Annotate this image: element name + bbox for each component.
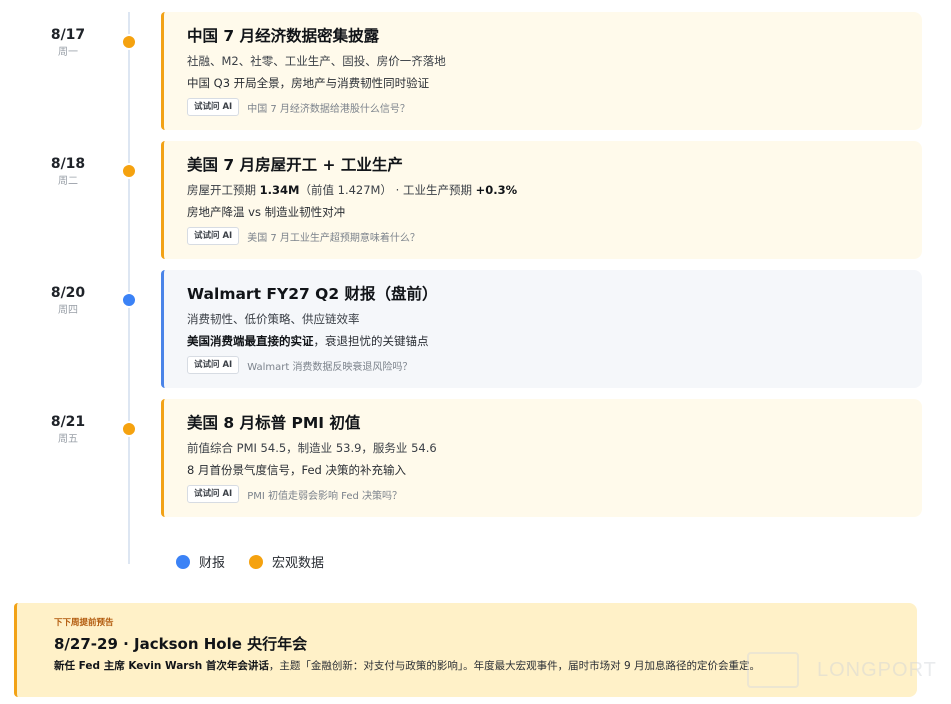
event-weekday: 周二 [58, 176, 78, 187]
event-detail: 消费韧性、低价策略、供应链效率 [187, 312, 922, 327]
ask-ai-button[interactable]: 试试问 AI [187, 227, 240, 245]
event-card[interactable]: 美国 8 月标普 PMI 初值 前值综合 PMI 54.5，制造业 53.9，服… [161, 399, 922, 517]
event-detail-text: （前值 1.427M） · 工业生产预期 [299, 183, 476, 197]
preview-description-emphasis: 新任 Fed 主席 Kevin Warsh 首次年会讲话 [54, 660, 269, 672]
ask-ai-row: 试试问 AI PMI 初值走弱会影响 Fed 决策吗？ [187, 485, 922, 503]
longport-watermark: LONGPORT [747, 652, 937, 688]
event-significance-text: 8 月首份景气度信号，Fed 决策的补充输入 [187, 463, 406, 477]
earnings-legend-icon [176, 554, 190, 569]
event-title: 美国 7 月房屋开工 + 工业生产 [187, 156, 403, 174]
event-date: 8/20 [50, 285, 86, 301]
event-card[interactable]: 中国 7 月经济数据密集披露 社融、M2、社零、工业生产、固投、房价一齐落地 中… [161, 12, 922, 130]
ask-ai-prompt-link[interactable]: 中国 7 月经济数据给港股什么信号？ [247, 100, 410, 115]
watermark-text: LONGPORT [817, 658, 937, 681]
event-weekday: 周一 [58, 47, 78, 58]
event-weekday: 周五 [58, 434, 78, 445]
preview-title: 8/27-29 · Jackson Hole 央行年会 [54, 635, 308, 653]
timeline-line [128, 12, 130, 564]
event-significance: 美国消费端最直接的实证，衰退担忧的关键锚点 [187, 334, 922, 349]
event-significance: 房地产降温 vs 制造业韧性对冲 [187, 205, 922, 220]
event-significance-text: 房地产降温 vs 制造业韧性对冲 [187, 205, 346, 219]
macro-dot-icon [121, 421, 137, 437]
macro-dot-icon [121, 34, 137, 50]
legend-item-earnings: 财报 [176, 552, 225, 571]
event-significance-emphasis: 美国消费端最直接的实证 [187, 334, 314, 348]
date-column: 8/17 周一 [30, 26, 106, 59]
preview-label: 下下周提前预告 [54, 618, 114, 628]
event-title: Walmart FY27 Q2 财报（盘前） [187, 285, 438, 303]
ask-ai-button[interactable]: 试试问 AI [187, 485, 240, 503]
event-title: 美国 8 月标普 PMI 初值 [187, 414, 361, 432]
event-significance-text: ，衰退担忧的关键锚点 [313, 334, 429, 348]
event-detail-text: 消费韧性、低价策略、供应链效率 [187, 312, 360, 326]
event-card[interactable]: 美国 7 月房屋开工 + 工业生产 房屋开工预期 1.34M（前值 1.427M… [161, 141, 922, 259]
event-detail-text: 前值综合 PMI 54.5，制造业 53.9，服务业 54.6 [187, 441, 437, 455]
date-column: 8/21 周五 [30, 413, 106, 446]
industrial-production-forecast: +0.3% [475, 183, 518, 197]
longport-logo-icon [747, 652, 799, 688]
event-date: 8/21 [50, 414, 86, 430]
event-detail: 前值综合 PMI 54.5，制造业 53.9，服务业 54.6 [187, 441, 922, 456]
legend-item-macro: 宏观数据 [249, 552, 324, 571]
ask-ai-row: 试试问 AI 美国 7 月工业生产超预期意味着什么？ [187, 227, 922, 245]
macro-dot-icon [121, 163, 137, 179]
ask-ai-row: 试试问 AI Walmart 消费数据反映衰退风险吗？ [187, 356, 922, 374]
ask-ai-prompt-link[interactable]: PMI 初值走弱会影响 Fed 决策吗？ [247, 487, 402, 502]
event-detail-text: 房屋开工预期 [187, 183, 260, 197]
event-detail: 社融、M2、社零、工业生产、固投、房价一齐落地 [187, 54, 922, 69]
event-significance: 8 月首份景气度信号，Fed 决策的补充输入 [187, 463, 922, 478]
earnings-dot-icon [121, 292, 137, 308]
legend-label: 宏观数据 [272, 556, 325, 571]
event-weekday: 周四 [58, 305, 78, 316]
legend: 财报 宏观数据 [176, 552, 348, 571]
ask-ai-button[interactable]: 试试问 AI [187, 356, 240, 374]
event-title: 中国 7 月经济数据密集披露 [187, 27, 380, 45]
preview-description-text: ，主题「金融创新：对支付与政策的影响」。年度最大宏观事件，届时市场对 9 月加息… [268, 660, 760, 672]
event-significance-text: 中国 Q3 开局全景，房地产与消费韧性同时验证 [187, 76, 430, 90]
event-significance: 中国 Q3 开局全景，房地产与消费韧性同时验证 [187, 76, 922, 91]
macro-legend-icon [249, 554, 264, 569]
event-date: 8/17 [50, 27, 86, 43]
event-detail: 房屋开工预期 1.34M（前值 1.427M） · 工业生产预期 +0.3% [187, 183, 922, 198]
ask-ai-prompt-link[interactable]: 美国 7 月工业生产超预期意味着什么？ [247, 229, 420, 244]
housing-starts-forecast: 1.34M [259, 183, 300, 197]
date-column: 8/18 周二 [30, 155, 106, 188]
ask-ai-prompt-link[interactable]: Walmart 消费数据反映衰退风险吗？ [247, 358, 412, 373]
event-card[interactable]: Walmart FY27 Q2 财报（盘前） 消费韧性、低价策略、供应链效率 美… [161, 270, 922, 388]
ask-ai-button[interactable]: 试试问 AI [187, 98, 240, 116]
legend-label: 财报 [199, 556, 226, 571]
event-date: 8/18 [50, 156, 86, 172]
date-column: 8/20 周四 [30, 284, 106, 317]
ask-ai-row: 试试问 AI 中国 7 月经济数据给港股什么信号？ [187, 98, 922, 116]
event-detail-text: 社融、M2、社零、工业生产、固投、房价一齐落地 [187, 54, 446, 68]
